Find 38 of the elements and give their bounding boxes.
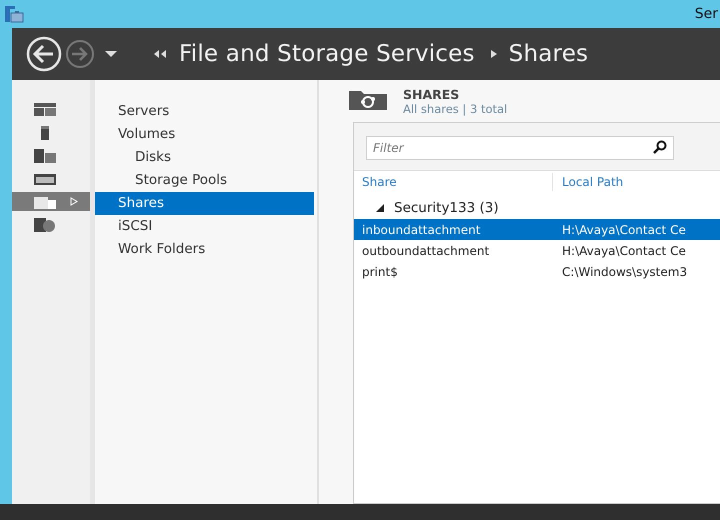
table-row[interactable]: outboundattachment H:\Avaya\Contact Ce (354, 240, 720, 261)
nav-item[interactable]: Storage Pools (95, 169, 314, 192)
table-cell-text: H:\Avaya\Contact Ce (561, 222, 687, 238)
rail-tab[interactable] (12, 192, 90, 211)
table-cell-text: C:\Windows\system3 (561, 264, 688, 280)
table-cell-text: inboundattachment (361, 222, 482, 238)
nav-item[interactable]: Servers (95, 100, 314, 123)
search-icon (653, 140, 667, 154)
nav-item[interactable]: Work Folders (95, 238, 314, 261)
window-title: Ser (694, 4, 719, 24)
back-button[interactable] (26, 36, 62, 72)
nav-item[interactable]: iSCSI (95, 215, 314, 238)
right-arrow-icon (490, 50, 497, 58)
dashboard-icon (34, 102, 56, 116)
breadcrumb-link[interactable]: File and Storage Services (179, 36, 475, 72)
breadcrumb-link[interactable]: Shares (508, 36, 588, 72)
nav-item[interactable]: Disks (95, 146, 314, 169)
dropdown-caret-icon[interactable] (104, 50, 118, 58)
column-header[interactable]: Local Path (552, 173, 720, 191)
shares-folder-icon (349, 88, 387, 110)
nav-item[interactable]: Volumes (95, 123, 314, 146)
expand-arrow-icon (70, 197, 78, 206)
section-subtitle: All shares | 3 total (403, 102, 508, 116)
section-title: SHARES (403, 88, 460, 102)
table-row[interactable]: print$ C:\Windows\system3 (354, 261, 720, 282)
table-row[interactable]: inboundattachment H:\Avaya\Contact Ce (354, 219, 720, 240)
collapse-arrow-icon[interactable] (376, 204, 384, 212)
nav-item[interactable]: Shares (95, 192, 314, 215)
table-cell-text: outboundattachment (361, 242, 490, 260)
disk-icon (34, 218, 56, 232)
group-label: Security133 (3) (394, 198, 499, 218)
table-cell-text: H:\Avaya\Contact Ce (561, 242, 687, 260)
column-header[interactable]: Share (354, 173, 552, 191)
table-cell-text: print$ (361, 264, 399, 280)
volumes-icon (34, 148, 56, 162)
double-left-arrow-icon (154, 50, 167, 58)
filter-field[interactable]: Filter (366, 136, 674, 160)
app-icon (4, 5, 24, 23)
